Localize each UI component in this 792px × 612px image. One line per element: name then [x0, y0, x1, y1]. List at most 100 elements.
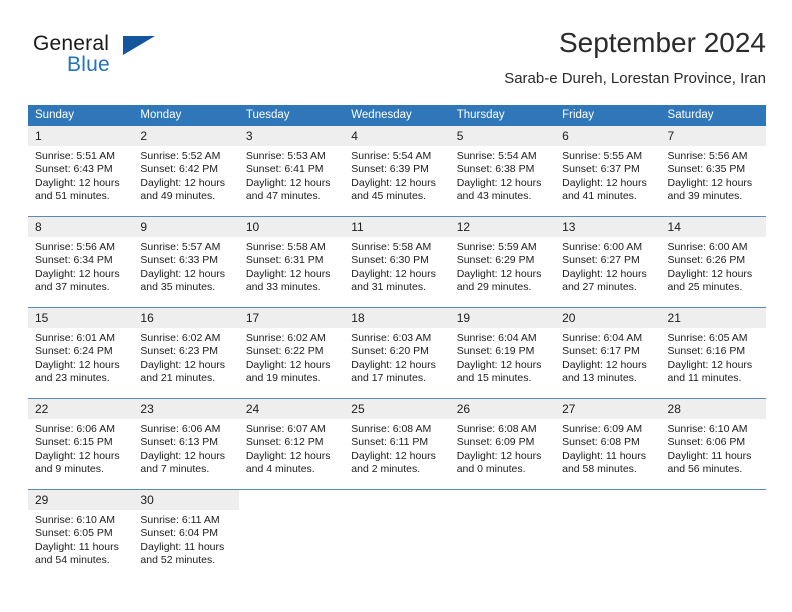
daylight-text-line1: Daylight: 12 hours — [351, 176, 436, 189]
day-number — [344, 490, 450, 510]
day-number: 7 — [660, 126, 766, 146]
sunrise-text: Sunrise: 5:53 AM — [245, 150, 326, 162]
daylight-text-line1: Daylight: 11 hours — [562, 449, 646, 462]
daylight-text-line2: and 25 minutes. — [667, 281, 743, 294]
calendar-day-cell[interactable]: 15 Sunrise: 6:01 AM Sunset: 6:24 PM Dayligh… — [28, 307, 134, 399]
calendar-day-cell[interactable]: 27 Sunrise: 6:09 AM Sunset: 6:08 PM Dayligh… — [555, 398, 661, 490]
calendar-day-cell[interactable]: 30 Sunrise: 6:11 AM Sunset: 6:04 PM Dayligh… — [133, 489, 239, 580]
daylight-text-line2: and 11 minutes. — [667, 372, 742, 385]
calendar-empty-cell — [238, 489, 345, 580]
day-number — [555, 490, 661, 510]
calendar-day-cell[interactable]: 21 Sunrise: 6:05 AM Sunset: 6:16 PM Dayligh… — [660, 307, 766, 399]
daylight-text-line1: Daylight: 12 hours — [456, 358, 542, 371]
weekday-header-monday: Monday — [133, 105, 239, 126]
day-number: 25 — [344, 399, 450, 419]
location-subtitle: Sarab-e Dureh, Lorestan Province, Iran — [504, 70, 766, 87]
daylight-text-line1: Daylight: 12 hours — [456, 176, 542, 189]
sunset-text: Sunset: 6:38 PM — [456, 163, 535, 176]
calendar-day-cell[interactable]: 17 Sunrise: 6:02 AM Sunset: 6:22 PM Dayligh… — [238, 307, 345, 399]
day-details: Sunrise: 6:05 AM Sunset: 6:16 PM Daylight:… — [661, 328, 766, 386]
daylight-text-line2: and 17 minutes. — [351, 372, 426, 385]
weekday-header-sunday: Sunday — [28, 105, 134, 126]
calendar-empty-cell — [660, 489, 766, 580]
daylight-text-line1: Daylight: 12 hours — [456, 449, 542, 462]
day-number: 30 — [133, 490, 239, 510]
calendar-day-cell[interactable]: 20 Sunrise: 6:04 AM Sunset: 6:17 PM Dayligh… — [555, 307, 661, 399]
day-details: Sunrise: 5:58 AM Sunset: 6:31 PM Daylight:… — [239, 237, 344, 295]
day-number: 1 — [28, 126, 134, 146]
sunrise-text: Sunrise: 6:06 AM — [140, 423, 221, 435]
day-number: 19 — [449, 308, 556, 328]
calendar-day-cell[interactable]: 23 Sunrise: 6:06 AM Sunset: 6:13 PM Dayligh… — [133, 398, 239, 490]
calendar-day-cell[interactable]: 22 Sunrise: 6:06 AM Sunset: 6:15 PM Dayligh… — [28, 398, 134, 490]
day-details: Sunrise: 5:51 AM Sunset: 6:43 PM Daylight:… — [28, 146, 133, 204]
calendar-day-cell[interactable]: 1 Sunrise: 5:51 AM Sunset: 6:43 PM Daylight… — [28, 126, 134, 217]
calendar-day-cell[interactable]: 28 Sunrise: 6:10 AM Sunset: 6:06 PM Dayligh… — [660, 398, 766, 490]
calendar-day-cell[interactable]: 19 Sunrise: 6:04 AM Sunset: 6:19 PM Dayligh… — [449, 307, 556, 399]
sunset-text: Sunset: 6:22 PM — [245, 345, 324, 358]
day-number: 23 — [133, 399, 239, 419]
day-number: 10 — [238, 217, 345, 237]
weekday-header-wednesday: Wednesday — [344, 105, 450, 126]
day-details: Sunrise: 5:52 AM Sunset: 6:42 PM Daylight:… — [133, 146, 238, 204]
day-details: Sunrise: 5:56 AM Sunset: 6:34 PM Daylight:… — [28, 237, 133, 295]
sunrise-text: Sunrise: 6:08 AM — [351, 423, 432, 435]
page-header: General Blue September 2024 Sarab-e Dure… — [28, 26, 766, 98]
sunset-text: Sunset: 6:19 PM — [456, 345, 535, 358]
calendar-day-cell[interactable]: 5 Sunrise: 5:54 AM Sunset: 6:38 PM Daylight… — [449, 126, 556, 217]
calendar-day-cell[interactable]: 18 Sunrise: 6:03 AM Sunset: 6:20 PM Dayligh… — [344, 307, 450, 399]
calendar-day-cell[interactable]: 24 Sunrise: 6:07 AM Sunset: 6:12 PM Dayligh… — [238, 398, 345, 490]
daylight-text-line2: and 29 minutes. — [456, 281, 532, 294]
calendar-empty-cell — [555, 489, 661, 580]
calendar-day-cell[interactable]: 7 Sunrise: 5:56 AM Sunset: 6:35 PM Daylight… — [660, 126, 766, 217]
daylight-text-line2: and 7 minutes. — [140, 463, 210, 476]
calendar-day-cell[interactable]: 2 Sunrise: 5:52 AM Sunset: 6:42 PM Daylight… — [133, 126, 239, 217]
calendar-day-cell[interactable]: 29 Sunrise: 6:10 AM Sunset: 6:05 PM Dayligh… — [28, 489, 134, 580]
calendar-day-cell[interactable]: 4 Sunrise: 5:54 AM Sunset: 6:39 PM Daylight… — [344, 126, 450, 217]
calendar-day-cell[interactable]: 10 Sunrise: 5:58 AM Sunset: 6:31 PM Dayligh… — [238, 216, 345, 308]
daylight-text-line1: Daylight: 12 hours — [351, 449, 436, 462]
sunrise-text: Sunrise: 5:54 AM — [456, 150, 537, 162]
sunrise-text: Sunrise: 6:08 AM — [456, 423, 537, 435]
brand-logo[interactable]: General Blue — [33, 32, 213, 88]
day-number: 29 — [28, 490, 134, 510]
calendar-day-cell[interactable]: 25 Sunrise: 6:08 AM Sunset: 6:11 PM Dayligh… — [344, 398, 450, 490]
sunrise-text: Sunrise: 6:04 AM — [562, 332, 643, 344]
day-number: 5 — [449, 126, 556, 146]
daylight-text-line1: Daylight: 12 hours — [140, 358, 226, 371]
daylight-text-line1: Daylight: 12 hours — [140, 267, 226, 280]
sunset-text: Sunset: 6:11 PM — [351, 436, 429, 449]
calendar-day-cell[interactable]: 16 Sunrise: 6:02 AM Sunset: 6:23 PM Dayligh… — [133, 307, 239, 399]
weekday-header-row: Sunday Monday Tuesday Wednesday Thursday… — [28, 105, 766, 126]
daylight-text-line1: Daylight: 12 hours — [35, 267, 120, 280]
calendar-day-cell[interactable]: 9 Sunrise: 5:57 AM Sunset: 6:33 PM Daylight… — [133, 216, 239, 308]
calendar-day-cell[interactable]: 14 Sunrise: 6:00 AM Sunset: 6:26 PM Dayligh… — [660, 216, 766, 308]
daylight-text-line1: Daylight: 12 hours — [562, 176, 647, 189]
calendar-day-cell[interactable]: 13 Sunrise: 6:00 AM Sunset: 6:27 PM Dayligh… — [555, 216, 661, 308]
calendar-day-cell[interactable]: 8 Sunrise: 5:56 AM Sunset: 6:34 PM Daylight… — [28, 216, 134, 308]
calendar-day-cell[interactable]: 12 Sunrise: 5:59 AM Sunset: 6:29 PM Dayligh… — [449, 216, 556, 308]
calendar-day-cell[interactable]: 26 Sunrise: 6:08 AM Sunset: 6:09 PM Dayligh… — [449, 398, 556, 490]
calendar-day-cell[interactable]: 11 Sunrise: 5:58 AM Sunset: 6:30 PM Dayligh… — [344, 216, 450, 308]
sunset-text: Sunset: 6:05 PM — [35, 527, 113, 540]
day-number: 20 — [555, 308, 661, 328]
calendar-day-cell[interactable]: 6 Sunrise: 5:55 AM Sunset: 6:37 PM Daylight… — [555, 126, 661, 217]
daylight-text-line1: Daylight: 12 hours — [667, 176, 753, 189]
sunset-text: Sunset: 6:30 PM — [351, 254, 429, 267]
day-details: Sunrise: 5:53 AM Sunset: 6:41 PM Daylight:… — [239, 146, 344, 204]
sunset-text: Sunset: 6:06 PM — [667, 436, 746, 449]
daylight-text-line2: and 33 minutes. — [245, 281, 321, 294]
calendar-day-cell[interactable]: 3 Sunrise: 5:53 AM Sunset: 6:41 PM Daylight… — [238, 126, 345, 217]
sunrise-text: Sunrise: 6:09 AM — [562, 423, 643, 435]
sunrise-text: Sunrise: 5:55 AM — [562, 150, 643, 162]
sunset-text: Sunset: 6:04 PM — [140, 527, 219, 540]
daylight-text-line1: Daylight: 12 hours — [456, 267, 542, 280]
day-number: 24 — [238, 399, 345, 419]
day-number — [449, 490, 556, 510]
daylight-text-line2: and 58 minutes. — [562, 463, 637, 476]
daylight-text-line1: Daylight: 12 hours — [562, 267, 647, 280]
daylight-text-line1: Daylight: 11 hours — [35, 540, 119, 553]
calendar-week-row: 1 Sunrise: 5:51 AM Sunset: 6:43 PM Daylight… — [28, 126, 766, 217]
sunset-text: Sunset: 6:23 PM — [140, 345, 219, 358]
daylight-text-line1: Daylight: 11 hours — [667, 449, 752, 462]
